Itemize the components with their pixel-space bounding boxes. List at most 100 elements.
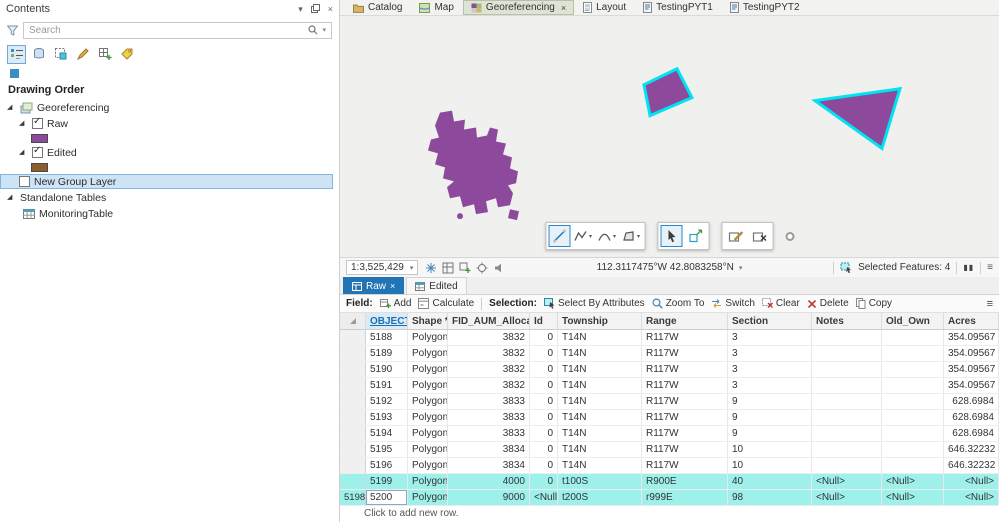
table-cell[interactable]: R117W	[642, 346, 728, 361]
add-new-row-hint[interactable]: Click to add new row.	[340, 506, 999, 522]
table-cell[interactable]: 5191	[366, 378, 408, 393]
table-cell[interactable]	[882, 362, 944, 377]
table-cell[interactable]: 5193	[366, 410, 408, 425]
table-cell[interactable]: 3833	[448, 410, 530, 425]
table-cell[interactable]: 354.09567	[944, 378, 999, 393]
row-selector-cell[interactable]	[340, 426, 366, 441]
table-cell[interactable]: Polygon	[408, 346, 448, 361]
table-cell[interactable]: 3	[728, 378, 812, 393]
reshape-tool-button[interactable]	[724, 225, 746, 247]
tab-testingpyt1[interactable]: TestingPYT1	[635, 0, 721, 15]
table-cell[interactable]: Polygon	[408, 458, 448, 473]
table-tab-raw[interactable]: Raw ×	[343, 277, 405, 294]
list-by-selection-icon[interactable]	[51, 45, 70, 64]
column-header-objectid[interactable]: OBJECTID *	[366, 313, 408, 329]
table-tab-edited[interactable]: Edited	[406, 277, 467, 294]
polygon-tool-button[interactable]: ▾	[620, 225, 642, 247]
edited-symbol-swatch[interactable]	[31, 162, 48, 172]
expander-icon[interactable]: ◢	[7, 193, 16, 202]
row-selector-cell[interactable]	[340, 330, 366, 345]
row-selector-cell[interactable]	[340, 362, 366, 377]
table-cell[interactable]: 0	[530, 330, 558, 345]
table-row[interactable]: 5192 Polygon 3833 0 T14N R117W 9 628.698…	[340, 394, 999, 410]
close-tab-icon[interactable]: ×	[561, 3, 566, 13]
table-cell[interactable]: T14N	[558, 378, 642, 393]
table-cell[interactable]: Polygon	[408, 442, 448, 457]
close-table-tab-icon[interactable]: ×	[390, 281, 395, 291]
table-cell[interactable]	[812, 442, 882, 457]
layer-visibility-checkbox[interactable]	[19, 176, 30, 187]
table-cell[interactable]: 5188	[366, 330, 408, 345]
table-cell[interactable]: Polygon	[408, 362, 448, 377]
table-cell[interactable]: T14N	[558, 362, 642, 377]
table-cell[interactable]: t100S	[558, 474, 642, 489]
scale-dropdown[interactable]: 1:3,525,429 ▾	[346, 260, 419, 275]
table-cell[interactable]: 5199	[366, 474, 408, 489]
table-cell[interactable]: <Null>	[944, 474, 999, 489]
table-cell[interactable]: 40	[728, 474, 812, 489]
table-cell[interactable]: 3	[728, 330, 812, 345]
table-cell[interactable]: 0	[530, 394, 558, 409]
table-cell[interactable]: <Null>	[944, 490, 999, 505]
tab-layout[interactable]: Layout	[575, 0, 634, 15]
search-input[interactable]: Search ▾	[23, 21, 332, 39]
table-row[interactable]: 5189 Polygon 3832 0 T14N R117W 3 354.095…	[340, 346, 999, 362]
table-cell[interactable]: R117W	[642, 442, 728, 457]
table-item-monitoringtable[interactable]: MonitoringTable	[0, 206, 333, 221]
column-header-acres[interactable]: Acres	[944, 313, 999, 329]
table-cell[interactable]: R117W	[642, 394, 728, 409]
table-row[interactable]: 5194 Polygon 3833 0 T14N R117W 9 628.698…	[340, 426, 999, 442]
row-selector-cell[interactable]	[340, 442, 366, 457]
copy-button[interactable]: Copy	[855, 298, 892, 309]
table-cell[interactable]	[882, 346, 944, 361]
table-cell[interactable]: <Null>	[812, 490, 882, 505]
table-cell[interactable]	[882, 458, 944, 473]
table-cell[interactable]: 3	[728, 362, 812, 377]
crosshair-icon[interactable]	[476, 262, 488, 274]
standalone-tables-group[interactable]: ◢ Standalone Tables	[0, 190, 333, 205]
table-cell[interactable]: R117W	[642, 362, 728, 377]
row-selector-cell[interactable]	[340, 346, 366, 361]
table-cell[interactable]: R117W	[642, 330, 728, 345]
table-row[interactable]: 5195 Polygon 3834 0 T14N R117W 10 646.32…	[340, 442, 999, 458]
table-cell[interactable]	[882, 394, 944, 409]
table-cell[interactable]	[812, 378, 882, 393]
layer-symbol-raw[interactable]	[0, 132, 333, 144]
table-cell[interactable]: <Null>	[882, 490, 944, 505]
table-cell[interactable]: 354.09567	[944, 362, 999, 377]
panel-menu-icon[interactable]: ▾	[298, 4, 303, 15]
speaker-icon[interactable]	[493, 262, 505, 274]
table-cell[interactable]	[882, 426, 944, 441]
column-header-fid-aum-allocation[interactable]: FID_AUM_Allocation	[448, 313, 530, 329]
table-cell[interactable]: R117W	[642, 426, 728, 441]
table-cell[interactable]: 354.09567	[944, 346, 999, 361]
table-cell[interactable]	[882, 378, 944, 393]
table-cell[interactable]: t200S	[558, 490, 642, 505]
table-cell[interactable]: 5195	[366, 442, 408, 457]
table-cell[interactable]: 3832	[448, 362, 530, 377]
table-cell[interactable]: T14N	[558, 442, 642, 457]
select-by-attributes-button[interactable]: Select By Attributes	[543, 298, 645, 309]
layer-item-raw[interactable]: ◢ ✓ Raw	[0, 116, 333, 131]
add-grid-icon[interactable]	[459, 262, 471, 274]
table-cell[interactable]: 5189	[366, 346, 408, 361]
switch-selection-button[interactable]: Switch	[711, 298, 755, 309]
table-row[interactable]: 5188 Polygon 3832 0 T14N R117W 3 354.095…	[340, 330, 999, 346]
search-options-caret-icon[interactable]: ▾	[322, 26, 326, 34]
table-cell[interactable]: 9	[728, 394, 812, 409]
dock-icon[interactable]	[310, 3, 320, 15]
table-cell[interactable]	[812, 458, 882, 473]
layer-visibility-checkbox[interactable]: ✓	[32, 116, 43, 129]
line-tool-button[interactable]	[548, 225, 570, 247]
column-header-township[interactable]: Township	[558, 313, 642, 329]
table-cell[interactable]: R900E	[642, 474, 728, 489]
select-tool-button[interactable]	[660, 225, 682, 247]
table-cell[interactable]	[812, 362, 882, 377]
table-cell[interactable]: T14N	[558, 458, 642, 473]
row-selector-cell[interactable]: 5198	[340, 490, 366, 505]
table-cell[interactable]: r999E	[642, 490, 728, 505]
table-cell[interactable]: T14N	[558, 330, 642, 345]
table-cell[interactable]: 628.6984	[944, 394, 999, 409]
table-cell[interactable]: 628.6984	[944, 410, 999, 425]
table-cell[interactable]: 10	[728, 458, 812, 473]
